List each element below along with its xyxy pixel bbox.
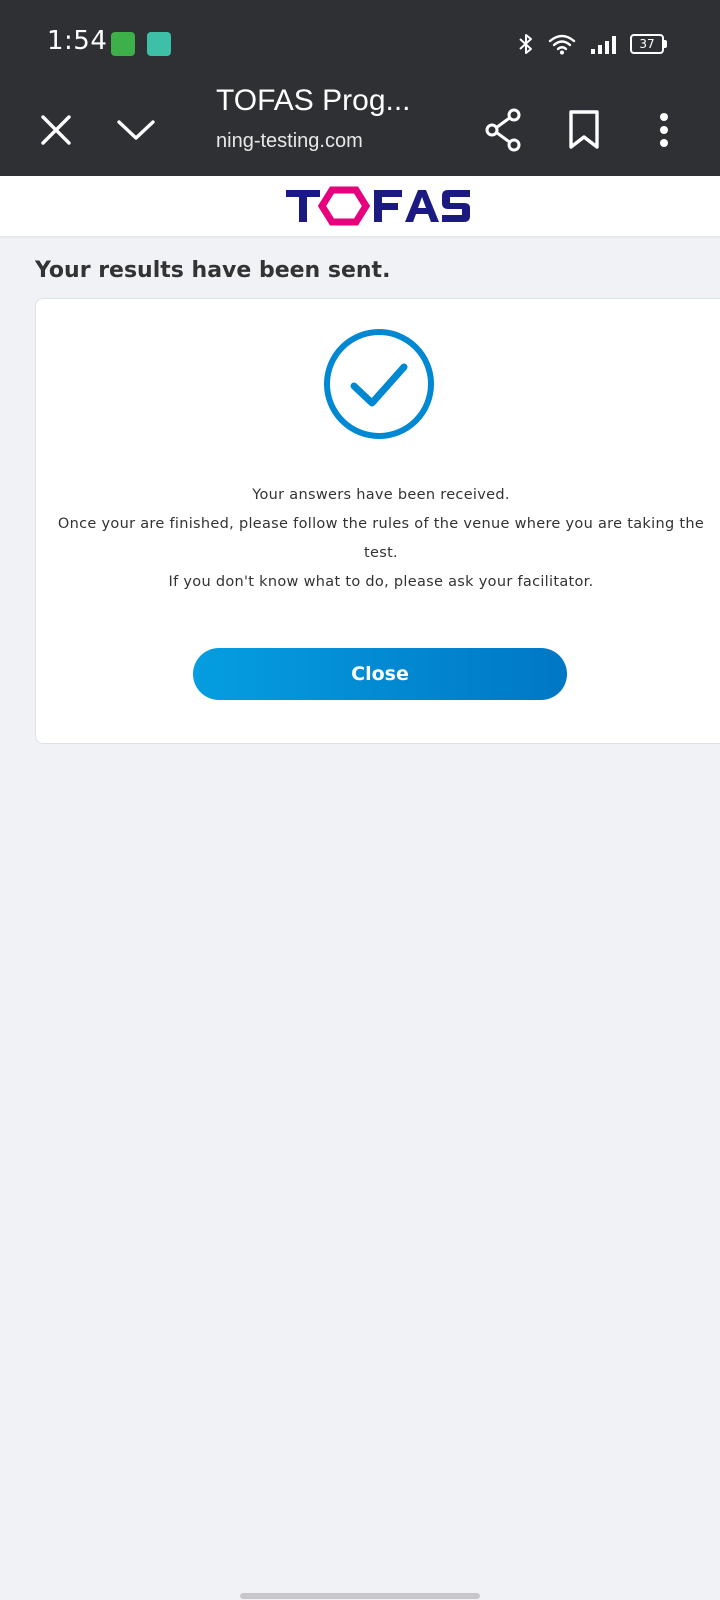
status-icons: 37 <box>518 30 667 58</box>
results-sent-heading: Your results have been sent. <box>35 258 391 283</box>
chat-app-notification-icon <box>147 32 171 56</box>
message-line: Once your are finished, please follow th… <box>57 516 705 532</box>
bluetooth-icon <box>519 34 532 54</box>
share-button[interactable] <box>476 102 532 158</box>
message-line: If you don't know what to do, please ask… <box>168 574 594 590</box>
bookmark-icon <box>569 110 599 149</box>
home-indicator[interactable] <box>240 1593 480 1599</box>
shopping-app-notification-icon <box>111 32 135 56</box>
wifi-icon <box>548 34 576 55</box>
bookmark-button[interactable] <box>556 102 612 158</box>
browser-chrome: 1:54 37 TOFAS Prog... ning-testing.com <box>0 0 720 176</box>
close-button[interactable]: Close <box>193 648 567 700</box>
chevron-down-icon <box>117 120 155 140</box>
close-tab-button[interactable] <box>28 102 84 158</box>
tofas-logo <box>286 186 470 226</box>
message-line: test. <box>364 545 398 561</box>
page-url[interactable]: ning-testing.com <box>216 130 363 153</box>
page-title-text: TOFAS Prog... <box>216 84 411 117</box>
close-icon <box>41 115 71 145</box>
status-bar: 1:54 37 <box>0 0 720 88</box>
more-options-button[interactable] <box>636 102 692 158</box>
check-circle-icon <box>324 329 434 439</box>
message-line: Your answers have been received. <box>252 487 510 503</box>
battery-icon: 37 <box>630 34 667 54</box>
confirmation-message: Your answers have been received. Once yo… <box>36 481 720 597</box>
more-vert-icon <box>660 113 668 147</box>
site-header <box>0 176 720 236</box>
minimize-button[interactable] <box>108 102 164 158</box>
status-time: 1:54 <box>47 26 108 56</box>
confirmation-card: Your answers have been received. Once yo… <box>35 298 720 744</box>
share-icon <box>485 108 521 152</box>
signal-icon <box>591 36 616 54</box>
